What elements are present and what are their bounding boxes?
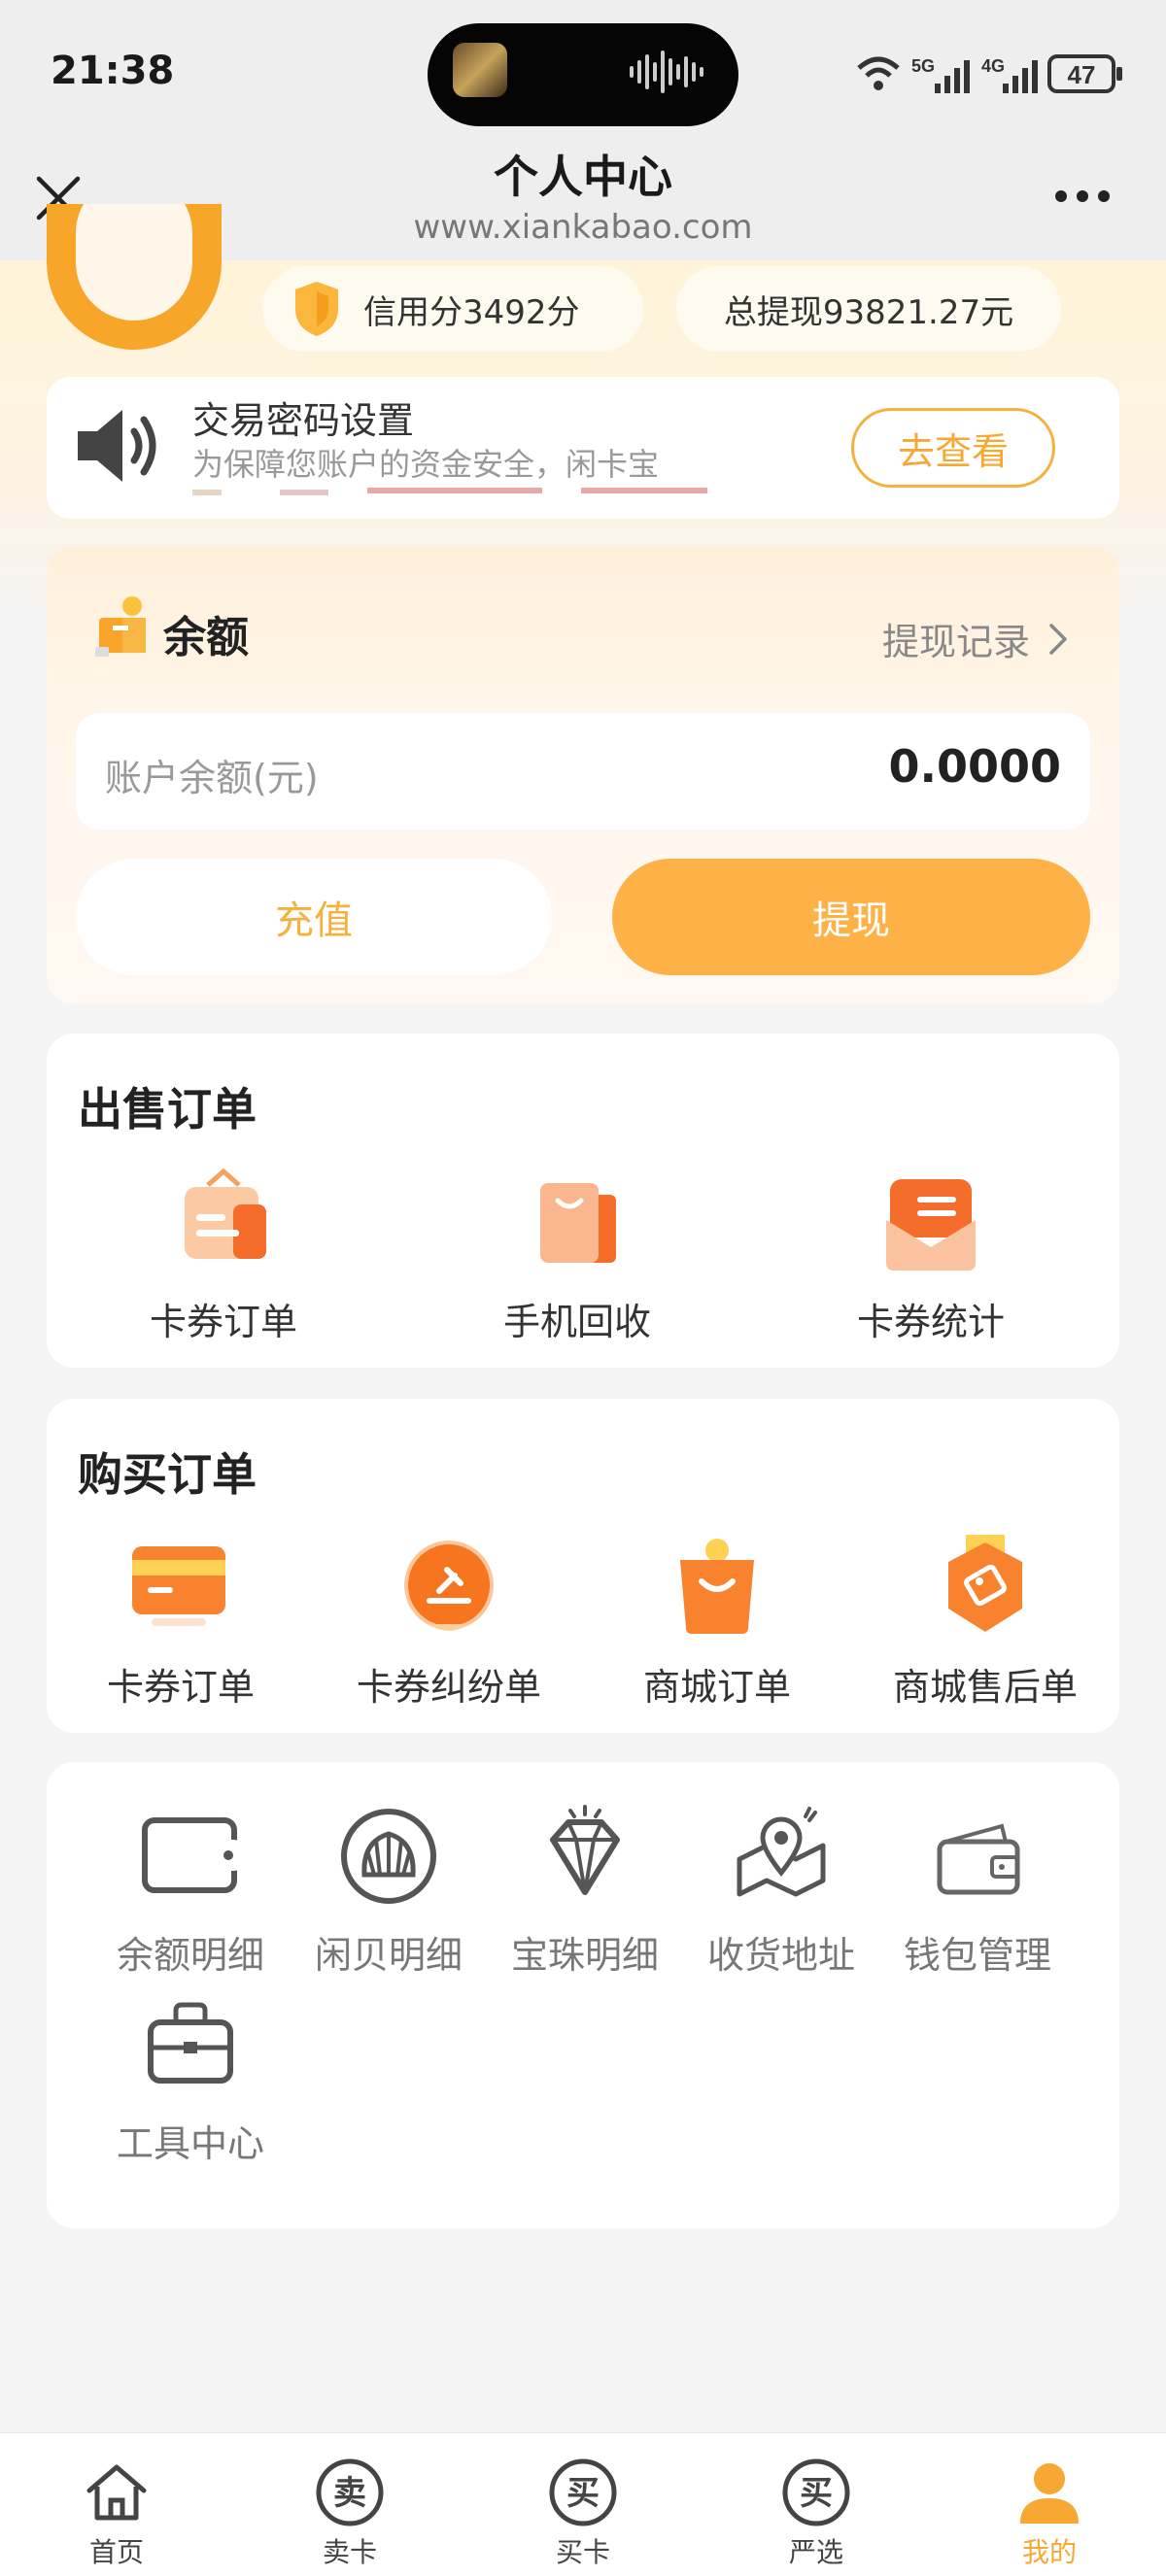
buy-item-label: 卡券纠纷单	[356, 1666, 541, 1709]
more-icon[interactable]	[1053, 177, 1112, 216]
sell-item-phone-recycle[interactable]: 手机回收	[480, 1166, 674, 1345]
tool-label: 宝珠明细	[510, 1934, 659, 1977]
buy-item-label: 商城订单	[642, 1666, 791, 1709]
wallet-icon	[937, 1823, 1020, 1895]
wifi-icon	[857, 56, 900, 90]
selected-icon: 买	[782, 2458, 850, 2526]
buy-item-label: 卡券订单	[106, 1666, 255, 1709]
nav-label: 卖卡	[322, 2536, 377, 2568]
balance-value: 0.0000	[888, 740, 1061, 793]
buy-item-coupon-order[interactable]: 卡券订单	[84, 1531, 278, 1711]
sell-item-label: 卡券统计	[856, 1301, 1005, 1343]
sell-icon: 卖	[316, 2458, 384, 2526]
sell-item-coupon-order[interactable]: 卡券订单	[126, 1166, 321, 1345]
svg-text:5G: 5G	[911, 56, 935, 76]
balance-label: 账户余额(元)	[105, 757, 319, 799]
tool-toolbox[interactable]: 工具中心	[93, 1991, 288, 2167]
page-title: 个人中心	[494, 151, 672, 203]
tool-address[interactable]: 收货地址	[684, 1803, 878, 1979]
sell-orders-title: 出售订单	[78, 1083, 257, 1135]
battery-icon: 47	[1047, 54, 1122, 93]
recharge-button[interactable]: 充值	[76, 859, 552, 975]
nav-sell-card[interactable]: 卖 卖卡	[292, 2457, 408, 2570]
shield-icon	[295, 282, 338, 336]
tool-label: 余额明细	[116, 1934, 264, 1977]
nav-label: 买卡	[555, 2536, 610, 2568]
withdraw-button[interactable]: 提现	[612, 859, 1090, 975]
nav-selected[interactable]: 买 严选	[758, 2457, 874, 2570]
svg-text:4G: 4G	[981, 56, 1005, 76]
toolbox-icon	[148, 2002, 233, 2084]
dispute-icon	[404, 1541, 494, 1631]
buy-icon: 买	[549, 2458, 617, 2526]
credit-score-badge[interactable]: 信用分3492分	[262, 266, 643, 352]
sell-item-label: 手机回收	[502, 1301, 651, 1343]
signal-icon-2	[1003, 60, 1038, 93]
buy-item-label: 商城售后单	[892, 1666, 1078, 1709]
tool-pearl-detail[interactable]: 宝珠明细	[488, 1803, 682, 1979]
buy-item-after-sale[interactable]: 商城售后单	[888, 1531, 1082, 1711]
media-thumbnail	[453, 43, 507, 97]
nav-mine[interactable]: 我的	[991, 2457, 1108, 2570]
wallet-card-icon	[142, 1817, 240, 1893]
tool-balance-detail[interactable]: 余额明细	[93, 1803, 288, 1979]
tool-wallet[interactable]: 钱包管理	[880, 1803, 1075, 1979]
shopping-bag-icon	[680, 1539, 754, 1634]
tool-label: 闲贝明细	[314, 1934, 463, 1977]
audio-wave-icon	[630, 51, 703, 93]
wallet-box-icon	[95, 596, 146, 657]
notice-title: 交易密码设置	[192, 399, 415, 442]
address-icon	[737, 1807, 826, 1897]
card-icon	[132, 1546, 225, 1626]
svg-text:买: 买	[566, 2474, 600, 2513]
nav-buy-card[interactable]: 买 买卡	[525, 2457, 641, 2570]
phone-recycle-icon	[540, 1183, 616, 1263]
page-url: www.xiankabao.com	[413, 208, 753, 247]
buy-item-dispute[interactable]: 卡券纠纷单	[352, 1531, 546, 1711]
sell-item-label: 卡券订单	[149, 1301, 297, 1343]
status-time: 21:38	[51, 49, 175, 93]
chevron-right-icon	[1049, 623, 1067, 655]
svg-text:47: 47	[1068, 60, 1096, 89]
buy-item-mall-order[interactable]: 商城订单	[620, 1531, 814, 1711]
buy-orders-title: 购买订单	[78, 1448, 257, 1501]
tool-label: 收货地址	[706, 1934, 855, 1977]
notice-scroll-fragment	[192, 488, 707, 495]
svg-text:卖: 卖	[333, 2474, 366, 2513]
svg-text:买: 买	[800, 2474, 833, 2513]
total-withdraw-badge[interactable]: 总提现93821.27元	[676, 266, 1061, 352]
nav-label: 严选	[788, 2536, 843, 2568]
nav-label: 首页	[88, 2536, 144, 2568]
withdraw-record-label: 提现记录	[882, 621, 1031, 663]
coupon-stats-icon	[886, 1179, 976, 1271]
sell-item-coupon-stats[interactable]: 卡券统计	[834, 1166, 1028, 1345]
tool-label: 工具中心	[116, 2122, 264, 2165]
shell-icon	[341, 1809, 436, 1904]
view-button[interactable]: 去查看	[851, 408, 1055, 488]
home-icon	[86, 2464, 147, 2521]
tool-shell-detail[interactable]: 闲贝明细	[292, 1803, 486, 1979]
after-sale-icon	[948, 1535, 1022, 1632]
status-icons: 5G 4G 47	[857, 54, 1122, 93]
credit-score-text: 信用分3492分	[363, 292, 580, 332]
nav-label: 我的	[1021, 2536, 1077, 2568]
speaker-icon	[78, 410, 156, 482]
balance-title: 余额	[163, 613, 249, 662]
diamond-icon	[550, 1805, 620, 1895]
coupon-order-icon	[185, 1168, 266, 1259]
withdraw-record-link[interactable]: 提现记录	[882, 612, 1069, 665]
total-withdraw-text: 总提现93821.27元	[723, 292, 1014, 332]
tool-label: 钱包管理	[903, 1934, 1051, 1977]
nav-home[interactable]: 首页	[58, 2457, 175, 2570]
signal-icon-1	[935, 60, 970, 93]
user-icon	[1020, 2463, 1079, 2524]
